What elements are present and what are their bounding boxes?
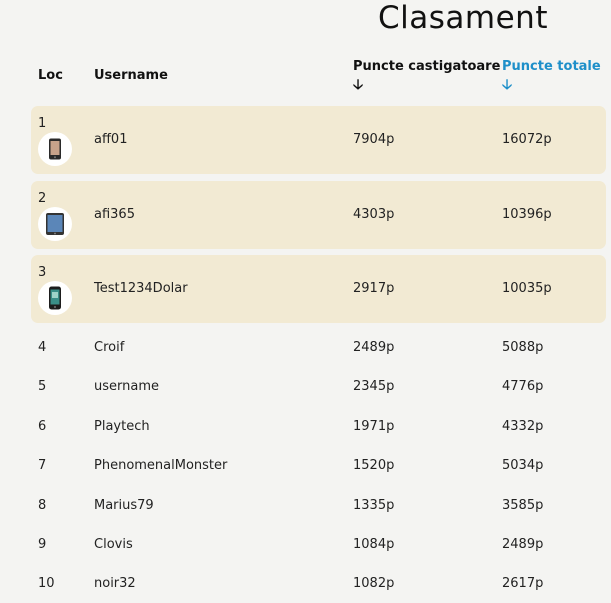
username: aff01 [94, 132, 128, 147]
rank-number: 2 [38, 191, 47, 206]
username: username [94, 379, 159, 394]
column-header-winning-points-label: Puncte castigatoare [353, 59, 501, 74]
total-points: 3585p [502, 498, 544, 513]
winning-points: 2489p [353, 340, 395, 355]
username: Test1234Dolar [94, 281, 188, 296]
table-row[interactable]: 4 Croif 2489p 5088p [31, 328, 606, 367]
table-row[interactable]: 7 PhenomenalMonster 1520p 5034p [31, 446, 606, 485]
winning-points: 2917p [353, 281, 395, 296]
sort-arrow-down-icon: 🡣 [353, 77, 364, 93]
column-header-username: Username [94, 68, 168, 83]
username: PhenomenalMonster [94, 458, 228, 473]
column-header-total-points[interactable]: Puncte totale 🡣 [502, 59, 601, 92]
tablet-icon [38, 207, 72, 241]
total-points: 4776p [502, 379, 544, 394]
total-points: 10035p [502, 281, 552, 296]
table-row[interactable]: 8 Marius79 1335p 3585p [31, 486, 606, 525]
total-points: 16072p [502, 132, 552, 147]
total-points: 4332p [502, 419, 544, 434]
rank-number: 1 [38, 116, 47, 131]
winning-points: 2345p [353, 379, 395, 394]
rank-number: 3 [38, 265, 47, 280]
winning-points: 4303p [353, 207, 395, 222]
table-row[interactable]: 6 Playtech 1971p 4332p [31, 407, 606, 446]
username: afi365 [94, 207, 135, 222]
page-title: Clasament [378, 0, 548, 36]
table-row[interactable]: 2 afi365 4303p 10396p [31, 181, 606, 249]
winning-points: 1520p [353, 458, 395, 473]
table-row[interactable]: 1 aff01 7904p 16072p [31, 106, 606, 174]
table-row[interactable]: 10 noir32 1082p 2617p [31, 564, 606, 603]
rank-number: 10 [38, 576, 55, 591]
table-row[interactable]: 3 Test1234Dolar 2917p 10035p [31, 255, 606, 323]
sort-arrow-down-icon: 🡣 [502, 77, 513, 93]
total-points: 5034p [502, 458, 544, 473]
username: Marius79 [94, 498, 154, 513]
column-header-rank: Loc [38, 68, 63, 83]
username: Croif [94, 340, 125, 355]
rank-number: 4 [38, 340, 47, 355]
username: Clovis [94, 537, 133, 552]
username: Playtech [94, 419, 150, 434]
column-header-winning-points[interactable]: Puncte castigatoare 🡣 [353, 59, 500, 92]
rank-number: 8 [38, 498, 47, 513]
username: noir32 [94, 576, 136, 591]
rank-number: 7 [38, 458, 47, 473]
phone-icon [38, 281, 72, 315]
rank-number: 9 [38, 537, 47, 552]
rank-number: 6 [38, 419, 47, 434]
total-points: 2489p [502, 537, 544, 552]
table-row[interactable]: 9 Clovis 1084p 2489p [31, 525, 606, 564]
winning-points: 1082p [353, 576, 395, 591]
winning-points: 1084p [353, 537, 395, 552]
total-points: 2617p [502, 576, 544, 591]
table-row[interactable]: 5 username 2345p 4776p [31, 367, 606, 406]
total-points: 5088p [502, 340, 544, 355]
total-points: 10396p [502, 207, 552, 222]
smartphone-icon [38, 132, 72, 166]
winning-points: 1971p [353, 419, 395, 434]
column-header-total-points-label: Puncte totale [502, 59, 601, 74]
winning-points: 1335p [353, 498, 395, 513]
rank-number: 5 [38, 379, 47, 394]
winning-points: 7904p [353, 132, 395, 147]
